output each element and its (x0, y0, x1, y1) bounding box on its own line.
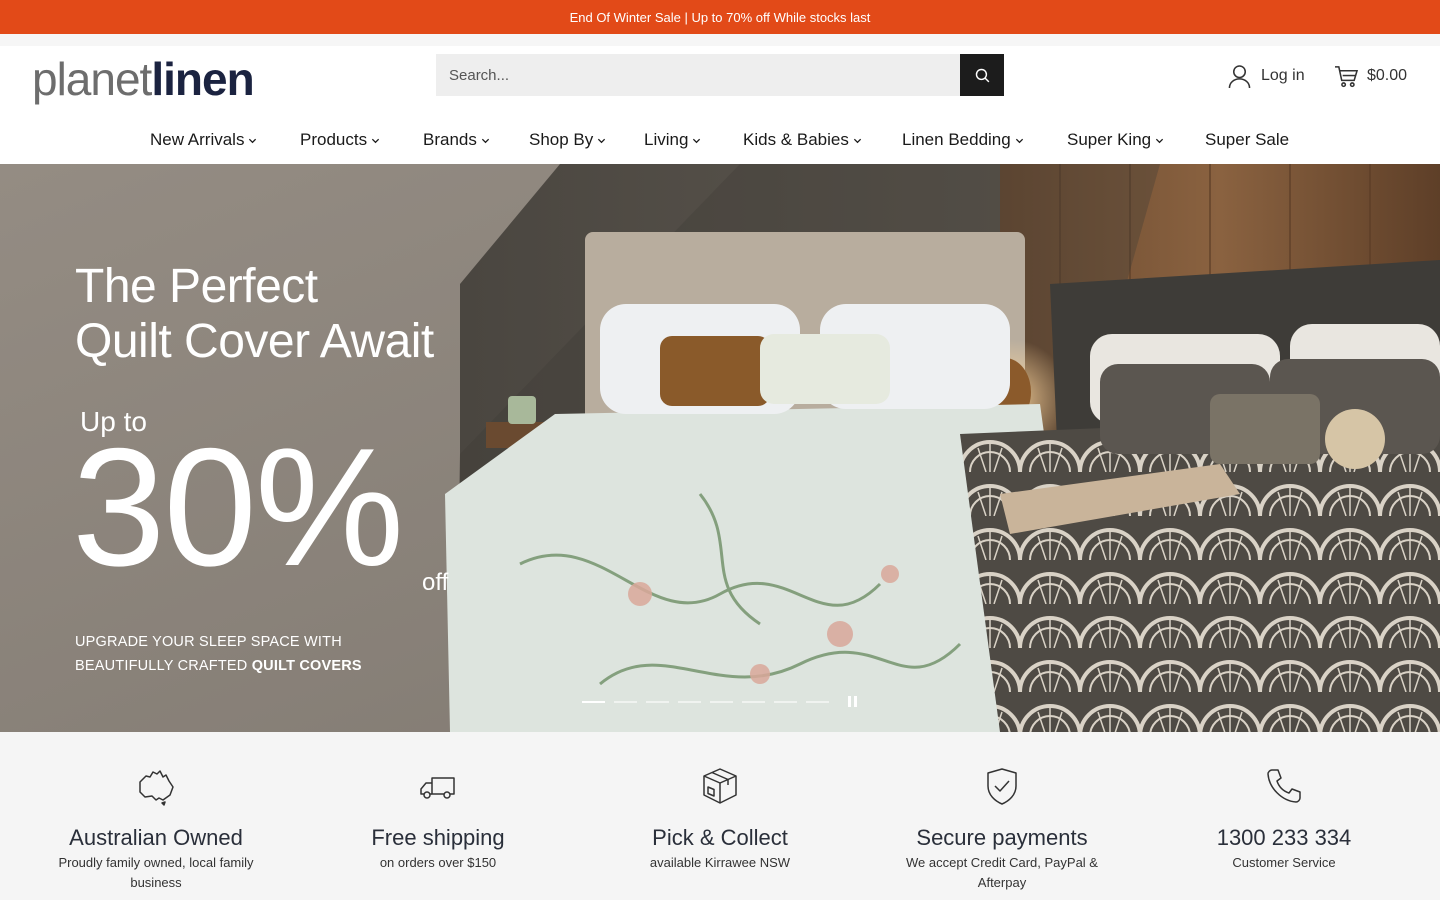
slide-dot[interactable] (614, 701, 637, 703)
feature-desc: Customer Service (1232, 855, 1336, 870)
search-button[interactable] (960, 54, 1004, 96)
pause-icon[interactable] (848, 696, 860, 708)
hero-title-line-1: The Perfect (75, 260, 318, 313)
hero-subtitle-plain: BEAUTIFULLY CRAFTED (75, 658, 252, 674)
slide-dot[interactable] (774, 701, 797, 703)
australia-map-icon (139, 770, 174, 806)
nav-item-living[interactable]: Living (644, 130, 701, 150)
hero-title-line-2: Quilt Cover Await (75, 315, 434, 368)
feature-pick-collect: Pick & Collect available Kirrawee NSW (600, 766, 840, 873)
cart-icon (1335, 65, 1359, 87)
logo-text-linen: linen (151, 53, 254, 105)
nav-item-label: Linen Bedding (902, 130, 1011, 149)
shield-check-icon (987, 768, 1017, 805)
hero-banner[interactable]: The Perfect Quilt Cover Await Up to 30% … (0, 164, 1440, 732)
slide-dot[interactable] (582, 701, 605, 703)
chevron-down-icon (481, 138, 489, 143)
nav-item-kids-babies[interactable]: Kids & Babies (743, 130, 862, 150)
chevron-down-icon (598, 138, 606, 143)
nav-item-brands[interactable]: Brands (423, 130, 490, 150)
nav-item-label: New Arrivals (150, 130, 245, 149)
nav-item-label: Products (300, 130, 368, 149)
chevron-down-icon (853, 138, 861, 143)
slide-dot[interactable] (742, 701, 765, 703)
login-label: Log in (1261, 67, 1305, 84)
nav-item-label: Super King (1067, 130, 1152, 149)
feature-desc: on orders over $150 (379, 855, 497, 870)
login-link[interactable]: Log in (1228, 61, 1305, 91)
nav-item-label: Kids & Babies (743, 130, 849, 149)
chevron-down-icon (371, 138, 380, 143)
slide-dot[interactable] (806, 701, 829, 703)
phone-icon (1267, 769, 1301, 803)
announcement-bar[interactable]: End Of Winter Sale | Up to 70% off While… (0, 0, 1440, 34)
hero-off-label: off (422, 569, 449, 596)
site-header: planetlinen Log in $0.00 (0, 46, 1440, 116)
search-icon (975, 68, 989, 82)
feature-desc: Proudly family owned, local family busin… (58, 855, 254, 890)
cart-link[interactable]: $0.00 (1334, 61, 1407, 91)
chevron-down-icon (1015, 138, 1023, 143)
hero-discount-percent: 30% (72, 413, 404, 601)
slide-dot[interactable] (710, 701, 733, 703)
nav-item-super-sale[interactable]: Super Sale (1205, 130, 1289, 150)
hero-subtitle: UPGRADE YOUR SLEEP SPACE WITH BEAUTIFULL… (75, 630, 362, 678)
nav-item-shop-by[interactable]: Shop By (529, 130, 606, 150)
hero-subtitle-line-1: UPGRADE YOUR SLEEP SPACE WITH (75, 634, 342, 650)
logo-text-planet: planet (32, 53, 152, 105)
nav-item-label: Brands (423, 130, 477, 149)
user-icon (1228, 64, 1251, 88)
nav-item-label: Super Sale (1205, 130, 1290, 149)
feature-desc: available Kirrawee NSW (649, 855, 791, 870)
feature-title: Pick & Collect (652, 825, 788, 850)
chevron-down-icon (249, 138, 257, 143)
nav-item-label: Shop By (529, 130, 594, 149)
nav-item-products[interactable]: Products (300, 130, 380, 150)
feature-title: Free shipping (371, 825, 505, 850)
nav-item-linen-bedding[interactable]: Linen Bedding (902, 130, 1024, 150)
feature-desc: We accept Credit Card, PayPal & Afterpay (906, 855, 1098, 890)
chevron-down-icon (1156, 138, 1164, 143)
package-box-icon (703, 768, 737, 804)
features-strip: Australian Owned Proudly family owned, l… (0, 732, 1440, 900)
site-logo[interactable]: planet linen (32, 50, 255, 105)
search-input[interactable] (436, 54, 960, 96)
feature-australian-owned: Australian Owned Proudly family owned, l… (36, 766, 276, 893)
feature-title: Australian Owned (69, 825, 243, 850)
nav-item-label: Living (644, 130, 689, 149)
feature-customer-service: 1300 233 334 Customer Service (1164, 766, 1404, 873)
feature-free-shipping: Free shipping on orders over $150 (318, 766, 558, 873)
nav-item-new-arrivals[interactable]: New Arrivals (150, 130, 257, 150)
search-form (436, 54, 1004, 96)
feature-title: 1300 233 334 (1216, 825, 1352, 850)
cart-total: $0.00 (1367, 67, 1408, 84)
hero-subtitle-bold: QUILT COVERS (251, 658, 362, 674)
feature-secure-payments: Secure payments We accept Credit Card, P… (882, 766, 1122, 893)
nav-item-super-king[interactable]: Super King (1067, 130, 1164, 150)
slide-dot[interactable] (678, 701, 701, 703)
delivery-truck-icon (420, 777, 455, 799)
main-nav: New Arrivals Products Brands Shop By Liv… (0, 116, 1440, 164)
hero-subtitle-line-2: BEAUTIFULLY CRAFTED QUILT COVERS (75, 654, 362, 678)
hero-title: The Perfect Quilt Cover Await (75, 259, 434, 369)
slide-dot[interactable] (646, 701, 669, 703)
slideshow-dots (582, 701, 829, 703)
chevron-down-icon (693, 138, 701, 143)
announcement-text[interactable]: End Of Winter Sale | Up to 70% off While… (570, 10, 871, 25)
feature-title: Secure payments (916, 825, 1088, 850)
header-spacer (0, 34, 1440, 46)
